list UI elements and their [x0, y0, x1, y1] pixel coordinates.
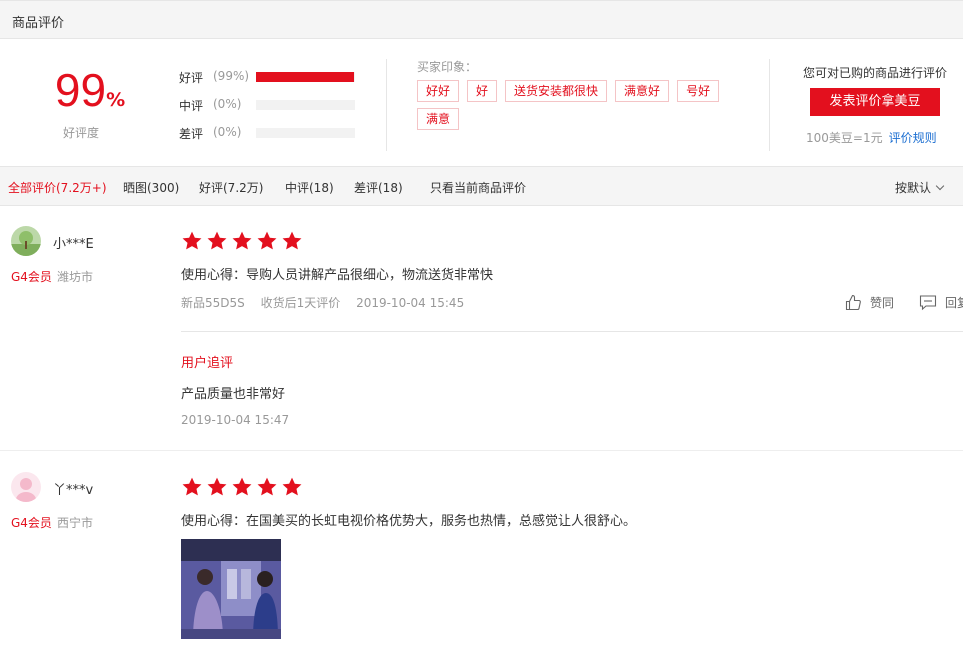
positive-rate-unit: % — [106, 89, 126, 111]
impression-tag[interactable]: 好好 — [417, 80, 460, 102]
star-icon — [232, 477, 252, 496]
review-content: 使用心得：导购人员讲解产品很细心，物流送货非常快 — [181, 268, 494, 283]
impression-tag[interactable]: 送货安装都很快 — [505, 80, 608, 102]
review-meta: 新品55D5S 收货后1天评价 2019-10-04 15:45 — [181, 294, 476, 311]
breakdown-name: 差评 — [179, 127, 204, 141]
review-after: 收货后1天评价 — [260, 296, 341, 310]
star-icon — [282, 231, 302, 250]
divider — [386, 59, 387, 151]
star-icon — [207, 477, 227, 496]
section-header: 商品评价 — [0, 0, 963, 39]
impressions-label: 买家印象： — [417, 60, 478, 74]
impression-tag[interactable]: 好 — [467, 80, 498, 102]
filter-current-product[interactable]: 只看当前商品评价 — [430, 179, 526, 196]
filter-all[interactable]: 全部评价(7.2万+) — [8, 179, 107, 196]
chevron-down-icon — [935, 181, 945, 191]
member-level: G4会员 — [11, 270, 52, 284]
filter-photos[interactable]: 晒图(300) — [123, 179, 179, 196]
breakdown-name: 好评 — [179, 71, 204, 85]
coin-note-row: 100美豆=1元 评价规则 — [806, 129, 937, 146]
breakdown-percent: (0%) — [213, 97, 242, 111]
divider — [769, 59, 770, 151]
like-label: 赞同 — [870, 296, 895, 310]
breakdown-bar-fill — [256, 72, 354, 82]
star-rating — [181, 230, 306, 252]
star-icon — [182, 477, 202, 496]
breakdown-row-good: 好评 (99%) — [179, 69, 369, 85]
breakdown-bar — [256, 100, 355, 110]
review-username: 小***E — [53, 237, 94, 252]
write-review-hint: 您可对已购的商品进行评价 — [803, 66, 948, 80]
review-content: 使用心得：在国美买的长虹电视价格优势大，服务也热情，总感觉让人很舒心。 — [181, 514, 637, 529]
breakdown-name: 中评 — [179, 99, 204, 113]
comment-icon — [919, 295, 937, 311]
user-city: 西宁市 — [57, 516, 94, 530]
thumbs-up-icon — [845, 294, 861, 311]
divider — [181, 331, 963, 332]
breakdown-row-bad: 差评 (0%) — [179, 125, 369, 141]
star-icon — [257, 231, 277, 250]
star-icon — [257, 477, 277, 496]
impression-tag[interactable]: 满意 — [417, 108, 460, 130]
member-level: G4会员 — [11, 516, 52, 530]
review-username: 丫***v — [53, 483, 94, 498]
breakdown-row-medium: 中评 (0%) — [179, 97, 369, 113]
impression-tag[interactable]: 满意好 — [615, 80, 670, 102]
positive-rate: 99% — [40, 67, 140, 113]
impression-tag[interactable]: 号好 — [677, 80, 720, 102]
reply-label: 回复 — [945, 296, 963, 310]
positive-rate-label: 好评度 — [62, 126, 99, 140]
write-review-button[interactable]: 发表评价拿美豆 — [810, 88, 940, 116]
impression-tags: 好好 好 送货安装都很快 满意好 号好 满意 — [417, 80, 737, 136]
rating-summary: 99% 好评度 好评 (99%) 中评 (0%) 差评 (0%) 买家印象： 好… — [0, 39, 963, 166]
positive-rate-value: 99 — [54, 64, 107, 116]
review-photo[interactable] — [181, 539, 281, 639]
review-filter-bar: 全部评价(7.2万+) 晒图(300) 好评(7.2万) 中评(18) 差评(1… — [0, 166, 963, 206]
reply-button[interactable]: 回复 — [919, 294, 963, 311]
buyer-impressions: 买家印象： 好好 好 送货安装都很快 满意好 号好 满意 — [417, 58, 737, 136]
follow-up-content: 产品质量也非常好 — [181, 387, 286, 402]
review-rules-link[interactable]: 评价规则 — [889, 131, 937, 145]
write-review-panel: 您可对已购的商品进行评价 发表评价拿美豆 100美豆=1元 评价规则 — [790, 64, 963, 145]
divider — [0, 450, 963, 451]
star-icon — [232, 231, 252, 250]
star-icon — [207, 231, 227, 250]
avatar — [11, 472, 41, 502]
review-model: 新品55D5S — [181, 296, 245, 310]
filter-good[interactable]: 好评(7.2万) — [199, 179, 263, 196]
sort-label: 按默认 — [895, 181, 932, 195]
coin-note: 100美豆=1元 — [806, 131, 883, 145]
section-title: 商品评价 — [12, 16, 65, 31]
follow-up-time: 2019-10-04 15:47 — [181, 413, 290, 427]
sort-dropdown[interactable]: 按默认 — [895, 179, 945, 196]
breakdown-percent: (99%) — [213, 69, 250, 83]
star-icon — [182, 231, 202, 250]
follow-up-title: 用户追评 — [181, 356, 234, 371]
review-time: 2019-10-04 15:45 — [356, 296, 465, 310]
filter-bad[interactable]: 差评(18) — [354, 179, 403, 196]
breakdown-percent: (0%) — [213, 125, 242, 139]
user-city: 潍坊市 — [57, 270, 94, 284]
star-rating — [181, 476, 306, 498]
like-button[interactable]: 赞同 — [845, 294, 894, 311]
star-icon — [282, 477, 302, 496]
filter-medium[interactable]: 中评(18) — [285, 179, 334, 196]
avatar — [11, 226, 41, 256]
breakdown-bar — [256, 72, 355, 82]
breakdown-bar — [256, 128, 355, 138]
